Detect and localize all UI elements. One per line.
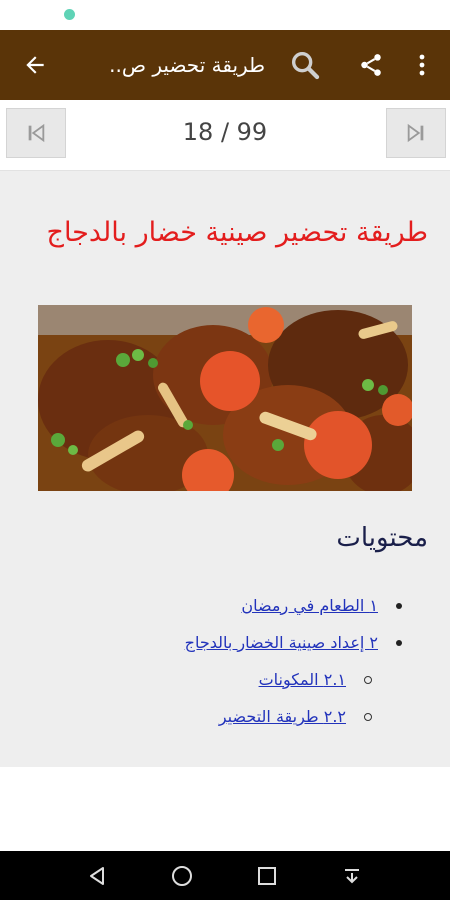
page-indicator: 18 / 99	[182, 118, 268, 146]
system-hide-keyboard-button[interactable]	[327, 851, 377, 900]
skip-next-icon	[407, 123, 424, 143]
article-content: طريقة تحضير صينية خضار بالدجاج محتويات ١…	[0, 171, 450, 767]
skip-previous-icon	[28, 123, 45, 143]
toc-link-prepare-tray[interactable]: ٢ إعداد صينية الخضار بالدجاج	[185, 633, 378, 652]
share-button[interactable]	[348, 30, 394, 100]
bullet-icon	[396, 602, 402, 609]
system-recents-button[interactable]	[242, 851, 292, 900]
chicken-vegetables-photo	[38, 305, 412, 491]
app-bar: طريقة تحضير ص..	[0, 30, 450, 100]
search-icon	[291, 51, 320, 80]
status-bar	[0, 0, 450, 30]
toc-link-ingredients[interactable]: ٢.١ المكونات	[259, 670, 346, 689]
first-page-button[interactable]	[6, 108, 66, 158]
share-icon	[361, 54, 381, 76]
toc-item: ٢.١ المكونات	[259, 670, 372, 689]
square-recents-icon	[258, 866, 276, 885]
download-arrow-icon	[345, 868, 359, 883]
search-button[interactable]	[282, 30, 328, 100]
triangle-back-icon	[90, 866, 104, 885]
system-home-button[interactable]	[157, 851, 207, 900]
overflow-menu-button[interactable]	[404, 30, 440, 100]
toc-link-method[interactable]: ٢.٢ طريقة التحضير	[219, 707, 346, 726]
pager: 18 / 99	[0, 100, 450, 171]
article-image	[38, 305, 412, 491]
toc-item: ٢.٢ طريقة التحضير	[219, 707, 372, 726]
circle-home-icon	[172, 865, 192, 886]
arrow-left-icon	[26, 56, 44, 74]
toc-item: ٢ إعداد صينية الخضار بالدجاج	[185, 633, 402, 652]
toc-item: ١ الطعام في رمضان	[241, 596, 402, 615]
article-title: طريقة تحضير صينية خضار بالدجاج	[46, 217, 428, 248]
back-button[interactable]	[10, 30, 60, 100]
hollow-bullet-icon	[364, 675, 372, 684]
system-nav-bar	[0, 851, 450, 900]
page-title: طريقة تحضير ص..	[109, 53, 265, 77]
last-page-button[interactable]	[386, 108, 446, 158]
toc-heading: محتويات	[336, 523, 428, 553]
bullet-icon	[396, 639, 402, 646]
hollow-bullet-icon	[364, 712, 372, 721]
system-back-button[interactable]	[72, 851, 122, 900]
more-vert-icon	[419, 54, 425, 76]
toc-link-ramadan-food[interactable]: ١ الطعام في رمضان	[241, 596, 378, 615]
notification-dot-icon	[64, 9, 75, 20]
